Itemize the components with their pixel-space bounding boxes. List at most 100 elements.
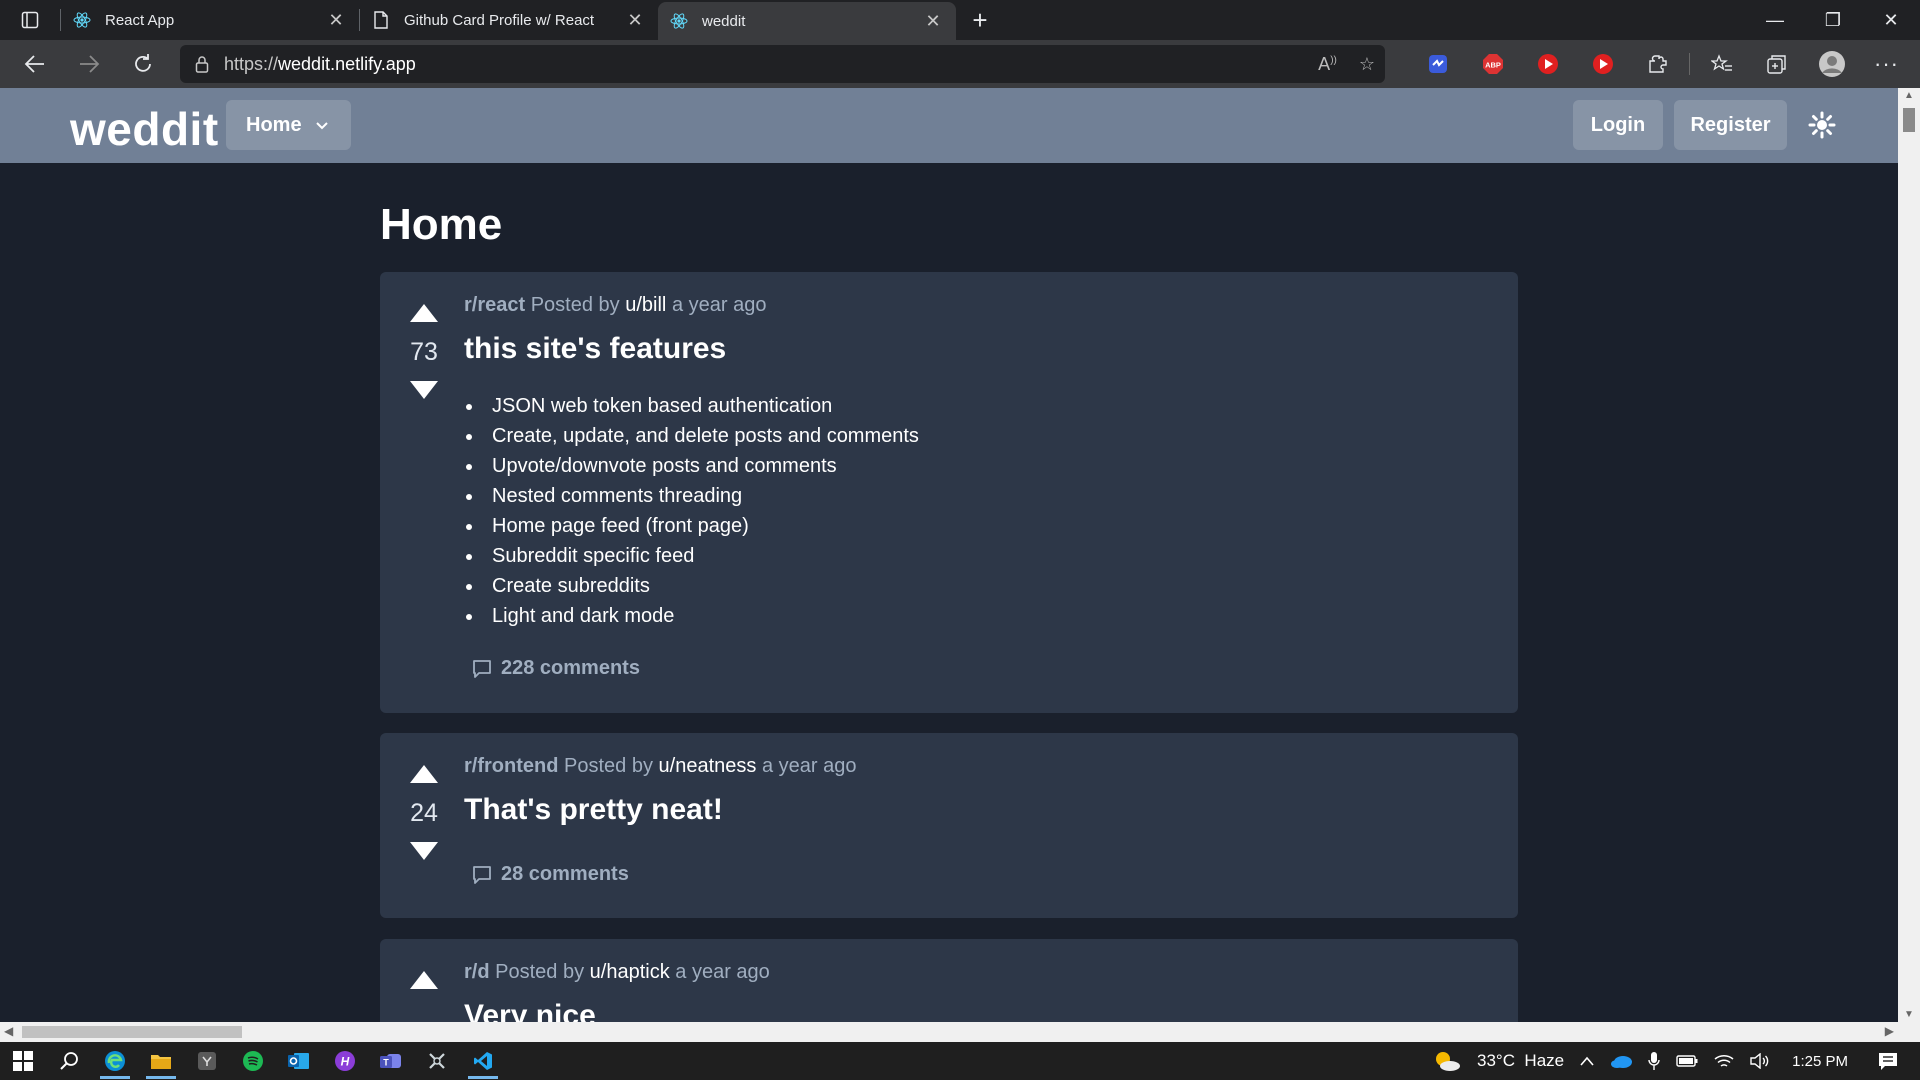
- refresh-icon[interactable]: [116, 40, 170, 88]
- lock-icon[interactable]: [180, 55, 224, 73]
- restore-icon[interactable]: ❐: [1804, 0, 1862, 40]
- downvote-arrow-icon[interactable]: [408, 379, 440, 401]
- extension-blue-icon[interactable]: [1410, 40, 1465, 88]
- notifications-icon[interactable]: [1878, 1051, 1898, 1071]
- adblock-plus-icon[interactable]: ABP: [1465, 40, 1520, 88]
- subreddit-link[interactable]: r/d: [464, 961, 490, 983]
- horizontal-scroll-thumb[interactable]: [22, 1026, 242, 1038]
- teams-icon[interactable]: T: [368, 1042, 414, 1080]
- browser-tab-bar: React App ✕ Github Card Profile w/ React…: [0, 0, 1920, 40]
- spotify-icon[interactable]: [230, 1042, 276, 1080]
- read-aloud-icon[interactable]: A)): [1318, 54, 1337, 75]
- list-item: Create, update, and delete posts and com…: [464, 421, 919, 451]
- close-tab-icon[interactable]: ✕: [624, 9, 646, 31]
- theme-toggle-sun-icon[interactable]: [1808, 111, 1836, 139]
- search-icon[interactable]: [46, 1042, 92, 1080]
- list-item: Subreddit specific feed: [464, 541, 919, 571]
- windows-taskbar: H T 33°C Haze 1:25 PM: [0, 1042, 1920, 1080]
- vertical-scrollbar[interactable]: ▲ ▼: [1898, 88, 1920, 1022]
- close-tab-icon[interactable]: ✕: [922, 10, 944, 32]
- weather-text[interactable]: 33°C Haze: [1477, 1051, 1564, 1071]
- add-favorite-icon[interactable]: ☆: [1359, 54, 1375, 75]
- hyper-icon[interactable]: H: [322, 1042, 368, 1080]
- scroll-right-icon[interactable]: ▶: [1885, 1024, 1894, 1038]
- collections-icon[interactable]: [1749, 40, 1804, 88]
- volume-icon[interactable]: [1750, 1053, 1770, 1069]
- post-title[interactable]: this site's features: [464, 332, 726, 366]
- author-link[interactable]: u/neatness: [659, 755, 757, 777]
- tab-react-app[interactable]: React App ✕: [61, 0, 359, 40]
- scroll-left-icon[interactable]: ◀: [4, 1024, 13, 1038]
- post-title[interactable]: That's pretty neat!: [464, 793, 723, 827]
- post-time: a year ago: [675, 961, 770, 983]
- play-extension-icon[interactable]: [1575, 40, 1630, 88]
- subreddit-link[interactable]: r/frontend: [464, 755, 558, 777]
- upvote-arrow-icon[interactable]: [408, 302, 440, 324]
- upvote-arrow-icon[interactable]: [408, 969, 440, 991]
- list-item: Light and dark mode: [464, 601, 919, 631]
- site-logo[interactable]: weddit: [70, 102, 219, 156]
- post-card[interactable]: 73 r/react Posted by u/bill a year ago t…: [380, 272, 1518, 713]
- edge-browser-icon[interactable]: [92, 1042, 138, 1080]
- register-button[interactable]: Register: [1674, 100, 1787, 150]
- wifi-icon[interactable]: [1714, 1053, 1734, 1069]
- clock-time[interactable]: 1:25 PM: [1792, 1053, 1848, 1070]
- vscode-icon[interactable]: [460, 1042, 506, 1080]
- author-link[interactable]: u/haptick: [590, 961, 670, 983]
- home-menu-button[interactable]: Home: [226, 100, 351, 150]
- close-tab-icon[interactable]: ✕: [325, 9, 347, 31]
- post-card[interactable]: 24 r/frontend Posted by u/neatness a yea…: [380, 733, 1518, 918]
- tab-github-card[interactable]: Github Card Profile w/ React ✕: [360, 0, 658, 40]
- close-window-icon[interactable]: ✕: [1862, 0, 1920, 40]
- comments-link[interactable]: 28 comments: [472, 863, 629, 886]
- subreddit-link[interactable]: r/react: [464, 294, 525, 316]
- youtube-extension-icon[interactable]: [1520, 40, 1575, 88]
- downvote-arrow-icon[interactable]: [408, 840, 440, 862]
- comments-count: 228 comments: [501, 657, 640, 679]
- system-tray: 33°C Haze 1:25 PM: [1425, 1042, 1920, 1080]
- back-icon[interactable]: [8, 40, 62, 88]
- vertical-scroll-thumb[interactable]: [1903, 108, 1915, 132]
- tab-weddit[interactable]: weddit ✕: [658, 2, 956, 40]
- minimize-icon[interactable]: —: [1746, 0, 1804, 40]
- chevron-up-icon[interactable]: [1580, 1056, 1594, 1066]
- post-card[interactable]: r/d Posted by u/haptick a year ago Very …: [380, 939, 1518, 1022]
- app-icon[interactable]: [184, 1042, 230, 1080]
- horizontal-scrollbar[interactable]: ◀ ▶: [0, 1022, 1898, 1042]
- battery-icon[interactable]: [1676, 1054, 1698, 1068]
- tab-actions-icon[interactable]: [0, 0, 60, 40]
- microphone-icon[interactable]: [1648, 1051, 1660, 1071]
- post-meta: r/d Posted by u/haptick a year ago: [464, 961, 770, 984]
- upvote-arrow-icon[interactable]: [408, 763, 440, 785]
- more-options-icon[interactable]: ···: [1859, 40, 1914, 88]
- favorites-icon[interactable]: [1694, 40, 1749, 88]
- weather-icon[interactable]: [1433, 1049, 1461, 1073]
- forward-icon[interactable]: [62, 40, 116, 88]
- extensions-bar: ABP ···: [1410, 40, 1914, 88]
- page-viewport: weddit Home Login Register Home 73 r/rea…: [0, 88, 1898, 1022]
- url-text: https://weddit.netlify.app: [224, 54, 416, 75]
- url-field[interactable]: https://weddit.netlify.app A)) ☆: [180, 45, 1385, 83]
- profile-avatar[interactable]: [1804, 40, 1859, 88]
- svg-text:T: T: [383, 1058, 389, 1068]
- comment-icon: [473, 659, 491, 678]
- chevron-down-icon: [315, 117, 328, 133]
- game-app-icon[interactable]: [414, 1042, 460, 1080]
- post-score: 24: [410, 799, 438, 827]
- outlook-icon[interactable]: [276, 1042, 322, 1080]
- tab-title: Github Card Profile w/ React: [404, 11, 595, 29]
- login-button[interactable]: Login: [1573, 100, 1663, 150]
- toolbar-separator: [1689, 53, 1690, 75]
- file-explorer-icon[interactable]: [138, 1042, 184, 1080]
- windows-start-icon[interactable]: [0, 1042, 46, 1080]
- extensions-icon[interactable]: [1630, 40, 1685, 88]
- scroll-down-icon[interactable]: ▼: [1904, 1009, 1914, 1020]
- scroll-up-icon[interactable]: ▲: [1904, 90, 1914, 101]
- author-link[interactable]: u/bill: [625, 294, 666, 316]
- post-title[interactable]: Very nice: [464, 999, 596, 1022]
- new-tab-icon[interactable]: +: [960, 0, 1000, 40]
- comments-link[interactable]: 228 comments: [472, 657, 640, 680]
- page-icon: [372, 11, 390, 29]
- onedrive-icon[interactable]: [1610, 1054, 1633, 1068]
- post-meta: r/frontend Posted by u/neatness a year a…: [464, 755, 856, 778]
